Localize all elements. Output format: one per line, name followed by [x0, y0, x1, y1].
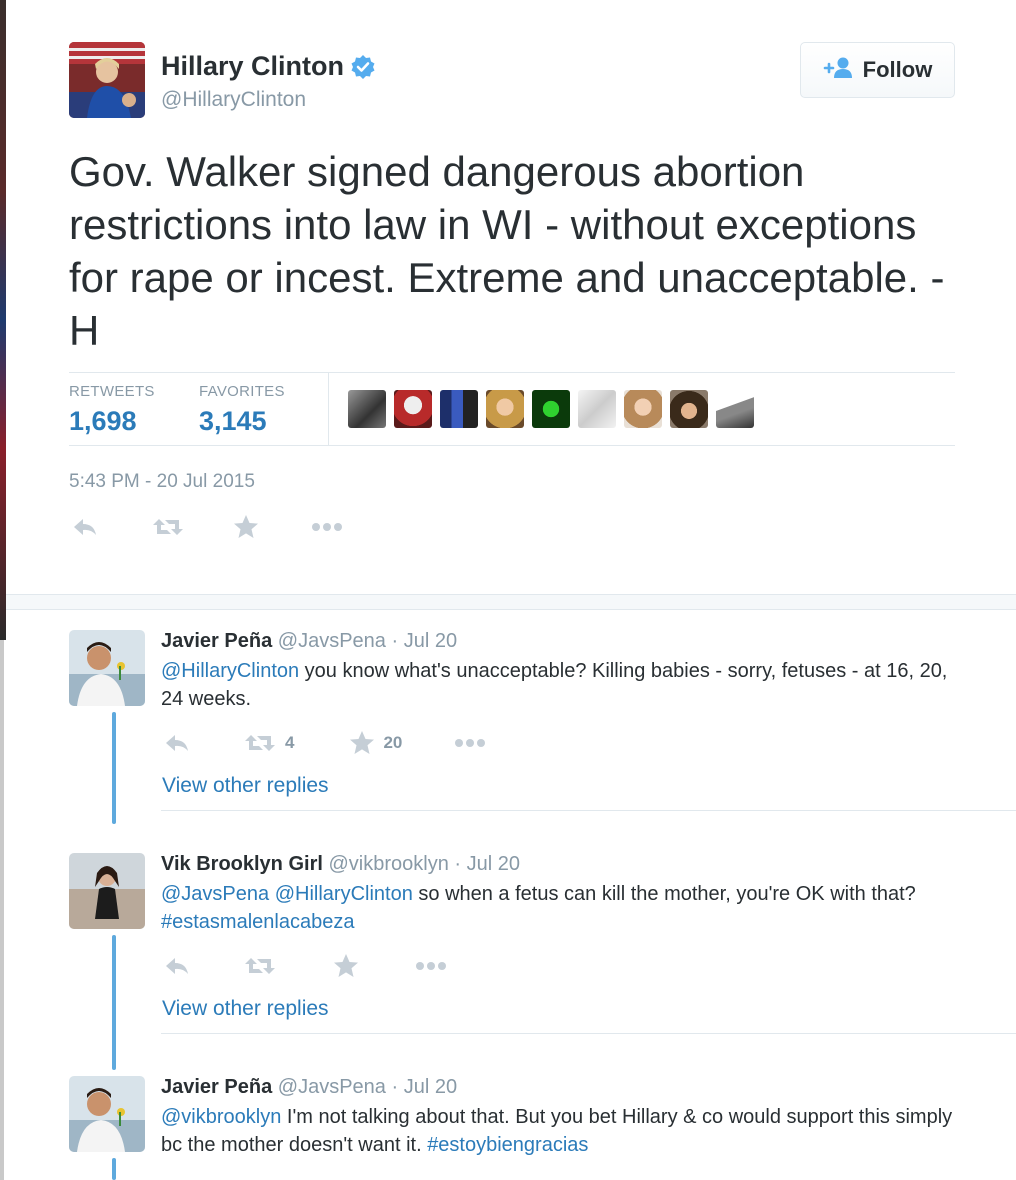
tweet-timestamp[interactable]: 5:43 PM - 20 Jul 2015: [69, 471, 255, 493]
hashtag-link[interactable]: #estoybiengracias: [427, 1134, 588, 1156]
author-name-text[interactable]: Hillary Clinton: [161, 51, 344, 82]
favoriter-avatar[interactable]: [716, 390, 754, 428]
favoriter-avatar[interactable]: [486, 390, 524, 428]
retweet-icon[interactable]: [243, 731, 277, 755]
more-options-icon[interactable]: [454, 738, 486, 748]
favorite-star-icon[interactable]: [233, 514, 259, 540]
hashtag-link[interactable]: #estasmalenlacabeza: [161, 911, 354, 933]
reply-author-name[interactable]: Javier Peña: [161, 630, 272, 652]
author-handle[interactable]: @HillaryClinton: [161, 88, 306, 112]
follow-button[interactable]: Follow: [800, 42, 955, 98]
reply-author-name[interactable]: Javier Peña: [161, 1076, 272, 1098]
reply-text: @JavsPena @HillaryClinton so when a fetu…: [161, 880, 961, 936]
favorite-star-icon[interactable]: [349, 730, 375, 756]
stats-divider: [328, 373, 329, 445]
favoriter-avatar[interactable]: [670, 390, 708, 428]
reply-header: Vik Brooklyn Girl @vikbrooklyn · Jul 20: [161, 853, 520, 876]
mention-link[interactable]: @vikbrooklyn: [161, 1106, 281, 1128]
tweet-text: Gov. Walker signed dangerous abortion re…: [69, 148, 945, 354]
reply-author-handle[interactable]: @JavsPena: [278, 1076, 386, 1098]
retweet-count: 4: [285, 733, 295, 752]
reply-divider: [161, 1033, 1016, 1034]
favorites-stat[interactable]: FAVORITES 3,145: [199, 383, 285, 437]
retweets-count[interactable]: 1,698: [69, 406, 155, 437]
thread-line: [112, 1158, 116, 1180]
favoriter-avatar[interactable]: [532, 390, 570, 428]
more-options-icon[interactable]: [311, 522, 343, 532]
favoriter-avatar[interactable]: [624, 390, 662, 428]
reply-body: so when a fetus can kill the mother, you…: [412, 883, 916, 905]
reply-actions: [163, 953, 447, 979]
retweets-stat[interactable]: RETWEETS 1,698: [69, 383, 155, 437]
favorite-count: 20: [383, 733, 403, 752]
tweet-stats: RETWEETS 1,698 FAVORITES 3,145: [69, 372, 955, 446]
dot-separator: ·: [454, 853, 462, 875]
reply-actions: 4 20: [163, 730, 486, 756]
reply-text: @vikbrooklyn I'm not talking about that.…: [161, 1103, 961, 1159]
reply-date[interactable]: Jul 20: [467, 853, 520, 875]
verified-badge-icon: [350, 54, 376, 80]
reply-avatar[interactable]: [69, 630, 145, 706]
reply-avatar[interactable]: [69, 1076, 145, 1152]
reply-date[interactable]: Jul 20: [404, 630, 457, 652]
retweet-icon[interactable]: [151, 515, 185, 539]
tweet-actions: [69, 514, 343, 540]
mention-link[interactable]: @HillaryClinton: [161, 660, 299, 682]
reply-text: @HillaryClinton you know what's unaccept…: [161, 657, 961, 713]
favoriter-avatar[interactable]: [578, 390, 616, 428]
view-other-replies-link[interactable]: View other replies: [162, 997, 329, 1021]
view-other-replies-link[interactable]: View other replies: [162, 774, 329, 798]
main-tweet: Hillary Clinton @HillaryClinton Follow G…: [0, 0, 1016, 594]
reply-icon[interactable]: [71, 515, 99, 539]
reply-author-name[interactable]: Vik Brooklyn Girl: [161, 853, 323, 875]
favorites-count[interactable]: 3,145: [199, 406, 285, 437]
thread-line: [112, 712, 116, 824]
favoriter-avatar[interactable]: [440, 390, 478, 428]
dot-separator: ·: [391, 1076, 399, 1098]
reply-tweet: Javier Peña @JavsPena · Jul 20 @vikbrook…: [6, 1058, 1016, 1180]
mention-link[interactable]: @HillaryClinton: [275, 883, 413, 905]
favoriter-avatars: [348, 390, 754, 428]
author-name[interactable]: Hillary Clinton: [161, 51, 376, 82]
reply-tweet: Vik Brooklyn Girl @vikbrooklyn · Jul 20 …: [6, 835, 1016, 1070]
reply-header: Javier Peña @JavsPena · Jul 20: [161, 630, 457, 653]
reply-tweet: Javier Peña @JavsPena · Jul 20 @HillaryC…: [6, 612, 1016, 824]
more-options-icon[interactable]: [415, 961, 447, 971]
reply-icon[interactable]: [163, 954, 191, 978]
replies-separator: [6, 594, 1016, 610]
retweet-icon[interactable]: [243, 954, 277, 978]
favoriter-avatar[interactable]: [394, 390, 432, 428]
favoriter-avatar[interactable]: [348, 390, 386, 428]
reply-icon[interactable]: [163, 731, 191, 755]
reply-header: Javier Peña @JavsPena · Jul 20: [161, 1076, 457, 1099]
favorites-label: FAVORITES: [199, 383, 285, 400]
reply-date[interactable]: Jul 20: [404, 1076, 457, 1098]
reply-author-handle[interactable]: @JavsPena: [278, 630, 386, 652]
mention-link[interactable]: @JavsPena: [161, 883, 269, 905]
reply-author-handle[interactable]: @vikbrooklyn: [328, 853, 448, 875]
background-edge-strip-lower: [0, 640, 4, 1180]
add-user-icon: [823, 56, 855, 85]
follow-label: Follow: [862, 57, 933, 82]
author-avatar[interactable]: [69, 42, 145, 118]
reply-avatar[interactable]: [69, 853, 145, 929]
favorite-star-icon[interactable]: [333, 953, 359, 979]
dot-separator: ·: [391, 630, 399, 652]
thread-line: [112, 935, 116, 1070]
retweets-label: RETWEETS: [69, 383, 155, 400]
reply-divider: [161, 810, 1016, 811]
